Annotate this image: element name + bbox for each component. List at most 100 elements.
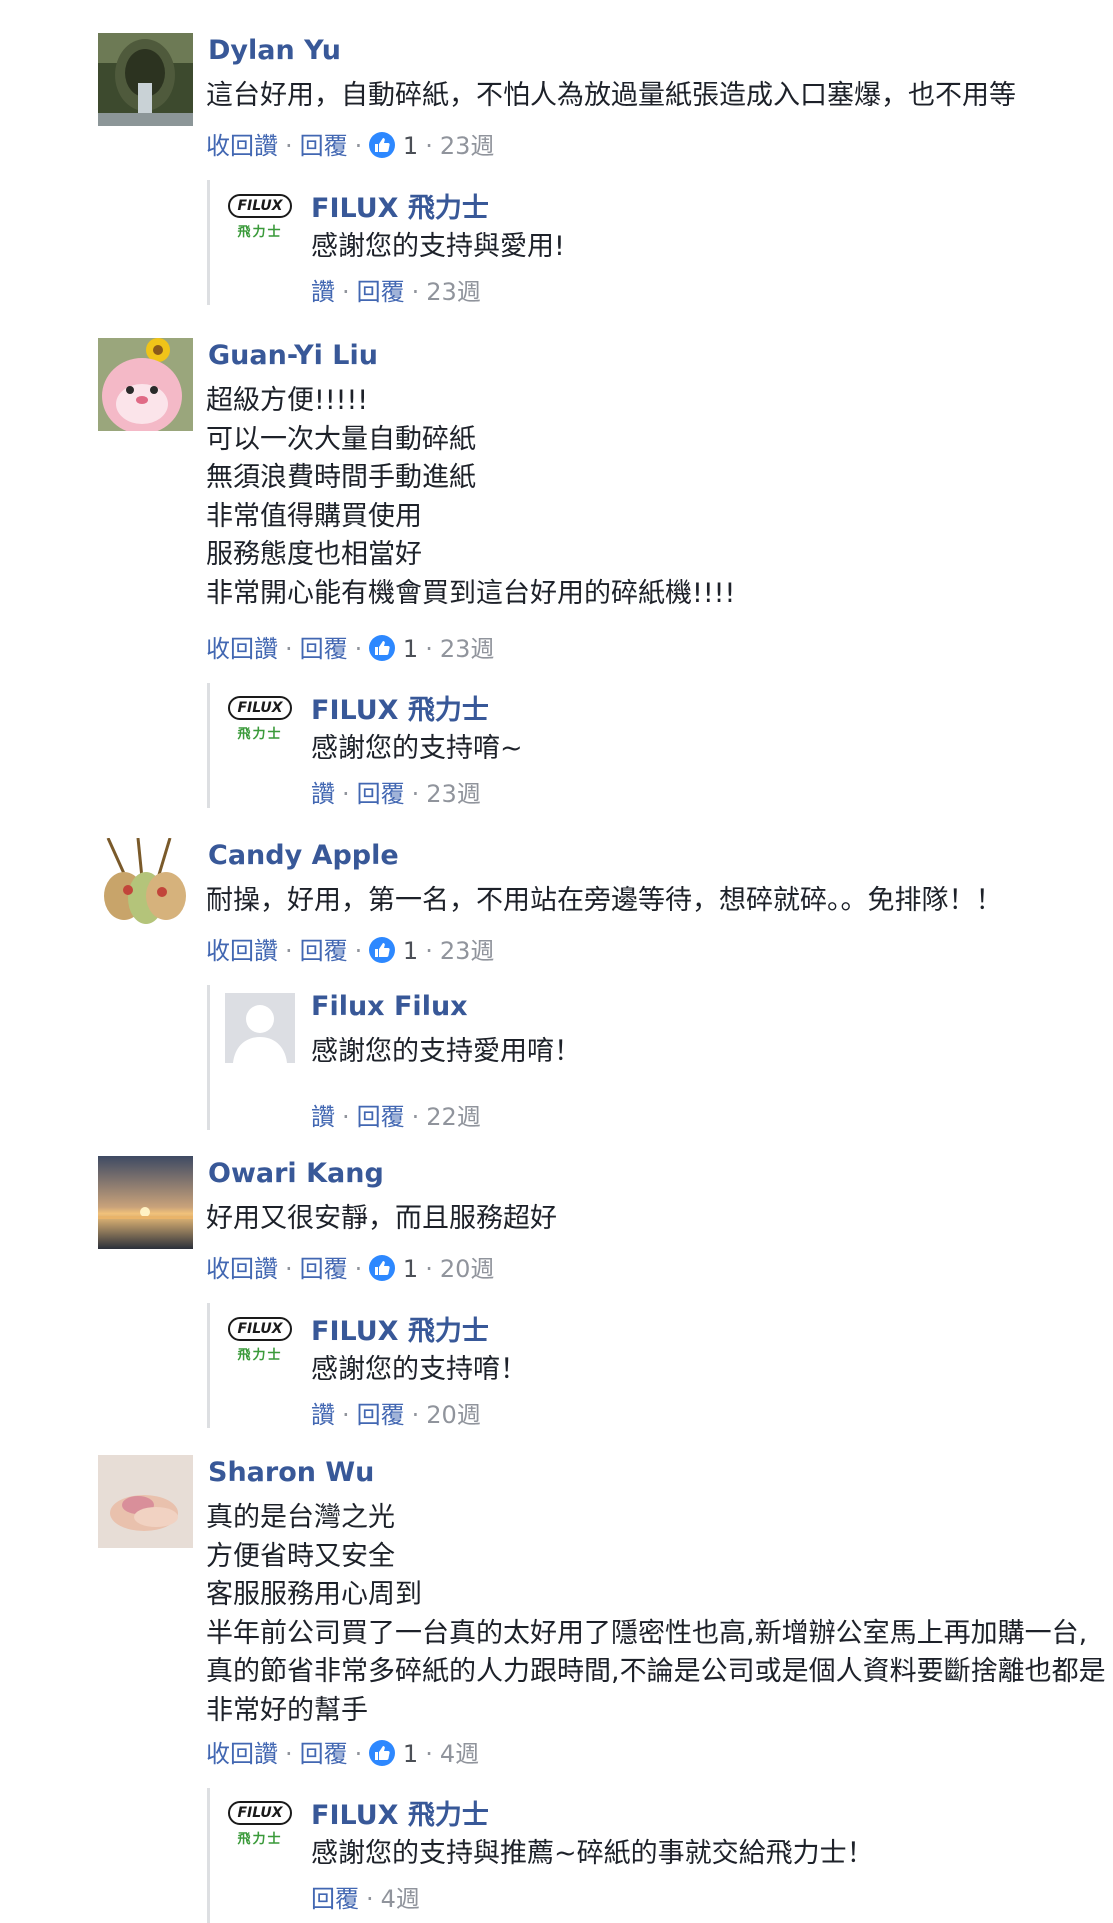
avatar[interactable] [225,993,295,1063]
comment-actions: 收回讚 · 回覆 · 1 · 23週 [206,633,494,665]
reply-link[interactable]: 回覆 [300,132,348,160]
avatar[interactable] [98,1156,193,1249]
timestamp[interactable]: 4週 [381,1885,420,1913]
separator: · [354,1255,363,1283]
logo-subtext: 飛力士 [237,1348,283,1363]
separator: · [411,1401,420,1429]
reply-author[interactable]: Filux Filux [311,991,468,1022]
reply-link[interactable]: 回覆 [311,1885,359,1913]
comment-author[interactable]: Owari Kang [208,1158,384,1189]
like-icon[interactable] [369,1255,396,1281]
timestamp[interactable]: 20週 [426,1401,481,1429]
unlike-link[interactable]: 收回讚 [206,132,278,160]
comment-text: 這台好用，自動碎紙，不怕人為放過量紙張造成入口塞爆，也不用等 [206,77,1106,116]
like-count[interactable]: 1 [403,1740,418,1768]
timestamp[interactable]: 4週 [440,1740,479,1768]
reply-actions: 讚 · 回覆 · 23週 [311,778,481,810]
separator: · [411,1103,420,1131]
timestamp[interactable]: 23週 [440,635,495,663]
like-count[interactable]: 1 [403,132,418,160]
like-count[interactable]: 1 [403,635,418,663]
comment-line: 可以一次大量自動碎紙 [206,423,476,455]
comment-author[interactable]: Sharon Wu [208,1457,374,1488]
like-link[interactable]: 讚 [311,278,335,306]
avatar[interactable] [98,33,193,126]
unlike-link[interactable]: 收回讚 [206,1740,278,1768]
comment-actions: 收回讚 · 回覆 · 1 · 20週 [206,1253,494,1285]
comment-author[interactable]: Candy Apple [208,840,399,871]
reply-link[interactable]: 回覆 [300,635,348,663]
timestamp[interactable]: 22週 [426,1103,481,1131]
timestamp[interactable]: 20週 [440,1255,495,1283]
separator: · [425,635,433,663]
comment-text: 超級方便!!!!! 可以一次大量自動碎紙 無須浪費時間手動進紙 非常值得購買使用… [206,382,1106,613]
logo-subtext: 飛力士 [237,225,283,240]
unlike-link[interactable]: 收回讚 [206,1255,278,1283]
comment-line: 這台好用，自動碎紙，不怕人為放過量紙張造成入口塞爆，也不用等 [206,80,1016,111]
logo-text: FILUX [228,194,292,218]
comment-list: Dylan Yu 這台好用，自動碎紙，不怕人為放過量紙張造成入口塞爆，也不用等 … [0,0,1113,1923]
avatar[interactable]: FILUX 飛力士 [225,188,295,258]
timestamp[interactable]: 23週 [440,937,495,965]
separator: · [342,780,350,808]
comment-line: 無須浪費時間手動進紙 [206,462,476,493]
comment-text: 好用又很安靜，而且服務超好 [206,1200,1106,1239]
reply-thread-line [207,683,210,808]
separator: · [354,635,363,663]
comment-line: 超級方便!!!!! [206,385,369,416]
separator: · [285,1740,293,1768]
avatar[interactable]: FILUX 飛力士 [225,1311,295,1381]
like-icon[interactable] [369,1740,396,1766]
separator: · [354,1740,363,1768]
reply-text: 感謝您的支持愛用唷！ [311,1036,581,1067]
like-link[interactable]: 讚 [311,1103,335,1131]
reply-link[interactable]: 回覆 [357,278,405,306]
avatar[interactable] [98,1455,193,1548]
separator: · [342,1103,350,1131]
reply-author[interactable]: FILUX 飛力士 [311,1309,489,1348]
reply-author[interactable]: FILUX 飛力士 [311,688,489,727]
reply-link[interactable]: 回覆 [300,1740,348,1768]
timestamp[interactable]: 23週 [426,780,481,808]
like-icon[interactable] [369,937,396,963]
filux-logo: FILUX 飛力士 [225,690,295,760]
avatar[interactable] [98,838,193,931]
comment-author[interactable]: Dylan Yu [208,35,341,66]
avatar[interactable]: FILUX 飛力士 [225,1795,295,1865]
reply-author[interactable]: FILUX 飛力士 [311,186,489,225]
reply-actions: 讚 · 回覆 · 20週 [311,1399,481,1431]
reply-actions: 讚 · 回覆 · 23週 [311,276,481,308]
reply-thread-line [207,180,210,305]
reply-link[interactable]: 回覆 [300,1255,348,1283]
separator: · [425,937,433,965]
separator: · [285,1255,293,1283]
comment-line: 耐操，好用，第一名，不用站在旁邊等待，想碎就碎。。免排隊！！ [206,885,1003,916]
like-icon[interactable] [369,132,396,158]
logo-text: FILUX [228,696,292,720]
reply-link[interactable]: 回覆 [357,1103,405,1131]
separator: · [285,132,293,160]
like-link[interactable]: 讚 [311,1401,335,1429]
like-icon[interactable] [369,635,396,661]
comment-actions: 收回讚 · 回覆 · 1 · 23週 [206,935,494,967]
unlike-link[interactable]: 收回讚 [206,635,278,663]
reply-author[interactable]: FILUX 飛力士 [311,1793,489,1832]
reply-link[interactable]: 回覆 [357,780,405,808]
separator: · [366,1885,374,1913]
avatar[interactable]: FILUX 飛力士 [225,690,295,760]
separator: · [285,635,293,663]
like-link[interactable]: 讚 [311,780,335,808]
reply-link[interactable]: 回覆 [300,937,348,965]
avatar[interactable] [98,338,193,431]
default-user-icon [225,993,295,1063]
timestamp[interactable]: 23週 [426,278,481,306]
separator: · [425,1740,433,1768]
timestamp[interactable]: 23週 [440,132,495,160]
filux-logo: FILUX 飛力士 [225,1311,295,1381]
like-count[interactable]: 1 [403,937,418,965]
unlike-link[interactable]: 收回讚 [206,937,278,965]
comment-author[interactable]: Guan-Yi Liu [208,340,378,371]
comment-actions: 收回讚 · 回覆 · 1 · 23週 [206,130,494,162]
reply-link[interactable]: 回覆 [357,1401,405,1429]
like-count[interactable]: 1 [403,1255,418,1283]
